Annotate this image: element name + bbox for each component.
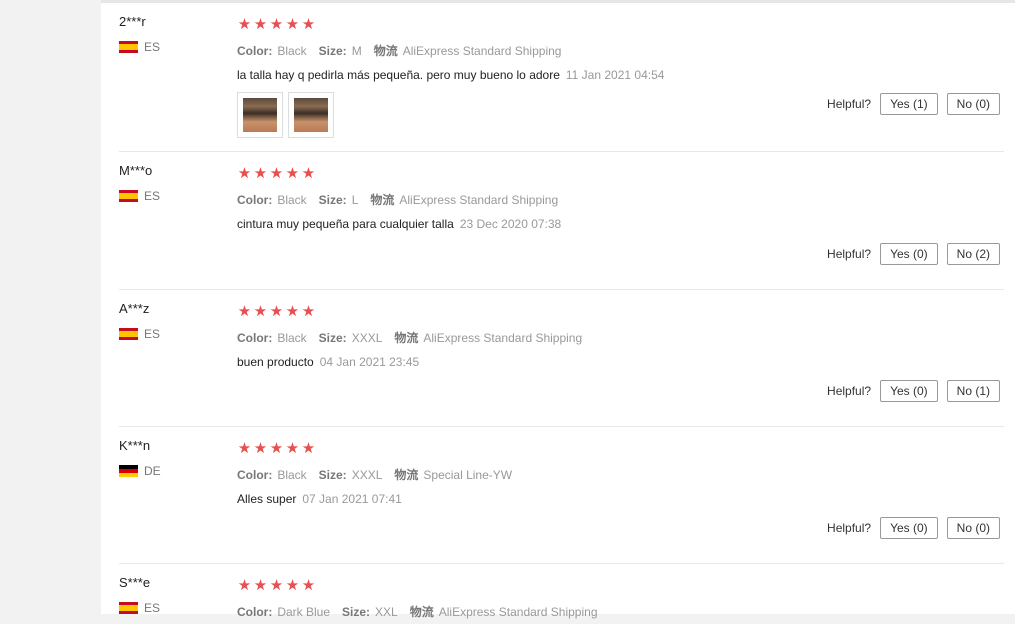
reviewer-name: K***n (119, 438, 151, 453)
product-attributes: Color: Black Size: XXXL 物流 AliExpress Standar… (237, 331, 583, 345)
helpful-yes-button[interactable]: Yes (0) (880, 243, 938, 265)
review-date: 04 Jan 2021 23:45 (319, 355, 420, 369)
helpful-section: Helpful? Yes (0) No (0) (827, 517, 1000, 539)
star-icon: ★ (285, 16, 300, 33)
helpful-section: Helpful? Yes (0) No (1) (827, 380, 1000, 402)
country-code: ES (144, 40, 161, 54)
reviewer-name: S***e (119, 575, 151, 590)
product-attributes: Color: Black Size: XXXL 物流 Special Line-YW (237, 468, 513, 482)
helpful-section: Helpful? Yes (1) No (0) (827, 93, 1000, 115)
helpful-yes-button[interactable]: Yes (0) (880, 517, 938, 539)
review-photo-thumbnail[interactable] (237, 92, 283, 138)
star-icon: ★ (269, 16, 284, 33)
spain-flag-icon (119, 190, 138, 202)
star-icon: ★ (253, 303, 268, 320)
country-code: ES (144, 601, 161, 615)
star-icon: ★ (285, 165, 300, 182)
helpful-section: Helpful? Yes (0) No (2) (827, 243, 1000, 265)
star-icon: ★ (301, 16, 316, 33)
product-attributes: Color: Black Size: L 物流 AliExpress Standard S… (237, 193, 559, 207)
review-date: 11 Jan 2021 04:54 (565, 68, 665, 82)
star-icon: ★ (253, 165, 268, 182)
star-icon: ★ (237, 440, 252, 457)
star-icon: ★ (301, 303, 316, 320)
germany-flag-icon (119, 465, 138, 477)
product-attributes: Color: Black Size: M 物流 AliExpress Standard S… (237, 44, 562, 58)
helpful-no-button[interactable]: No (1) (946, 380, 1000, 402)
review-item: 2***r ES ★ ★ ★ ★ ★ Color: Black Size: M 物流 AliExp… (119, 3, 1004, 152)
helpful-yes-button[interactable]: Yes (0) (880, 380, 938, 402)
helpful-label: Helpful? (827, 521, 872, 535)
star-icon: ★ (301, 165, 316, 182)
reviewer-name: 2***r (119, 14, 146, 29)
star-rating: ★ ★ ★ ★ ★ (237, 165, 1004, 182)
country-code: ES (144, 189, 161, 203)
helpful-label: Helpful? (827, 247, 872, 261)
review-text: cintura muy pequeña para cualquier talla… (237, 217, 562, 231)
star-rating: ★ ★ ★ ★ ★ (237, 16, 1004, 33)
star-icon: ★ (253, 440, 268, 457)
star-icon: ★ (269, 165, 284, 182)
country-code: DE (144, 464, 161, 478)
star-icon: ★ (269, 303, 284, 320)
star-icon: ★ (301, 577, 316, 594)
star-icon: ★ (237, 577, 252, 594)
star-rating: ★ ★ ★ ★ ★ (237, 303, 1004, 320)
helpful-no-button[interactable]: No (0) (946, 517, 1000, 539)
review-text: buen producto 04 Jan 2021 23:45 (237, 355, 420, 369)
review-item: M***o ES ★ ★ ★ ★ ★ Color: Black Size: L 物流 AliExp… (119, 152, 1004, 290)
country-code: ES (144, 327, 161, 341)
product-attributes: Color: Dark Blue Size: XXL 物流 AliExpress Stan… (237, 605, 598, 619)
spain-flag-icon (119, 602, 138, 614)
star-icon: ★ (253, 16, 268, 33)
helpful-label: Helpful? (827, 384, 872, 398)
review-text: Alles super 07 Jan 2021 07:41 (237, 492, 402, 506)
review-item: A***z ES ★ ★ ★ ★ ★ Color: Black Size: XXXL 物流 Ali… (119, 290, 1004, 427)
star-rating: ★ ★ ★ ★ ★ (237, 577, 1004, 594)
helpful-yes-button[interactable]: Yes (1) (880, 93, 938, 115)
review-date: 07 Jan 2021 07:41 (302, 492, 402, 506)
helpful-no-button[interactable]: No (2) (946, 243, 1000, 265)
review-photo-thumbnail[interactable] (288, 92, 334, 138)
helpful-no-button[interactable]: No (0) (946, 93, 1000, 115)
star-icon: ★ (253, 577, 268, 594)
review-item: K***n DE ★ ★ ★ ★ ★ Color: Black Size: XXXL 物流 Spe… (119, 427, 1004, 564)
reviewer-name: M***o (119, 163, 153, 178)
star-icon: ★ (269, 577, 284, 594)
star-icon: ★ (301, 440, 316, 457)
star-icon: ★ (285, 303, 300, 320)
star-rating: ★ ★ ★ ★ ★ (237, 440, 1004, 457)
helpful-label: Helpful? (827, 97, 872, 111)
star-icon: ★ (237, 303, 252, 320)
spain-flag-icon (119, 41, 138, 53)
spain-flag-icon (119, 328, 138, 340)
review-item: S***e ES ★ ★ ★ ★ ★ Color: Dark Blue Size: XXL 物流… (119, 564, 1004, 624)
star-icon: ★ (285, 440, 300, 457)
review-date: 23 Dec 2020 07:38 (459, 217, 562, 231)
star-icon: ★ (269, 440, 284, 457)
reviewer-name: A***z (119, 301, 150, 316)
reviews-panel: 2***r ES ★ ★ ★ ★ ★ Color: Black Size: M 物流 AliExp… (101, 0, 1015, 619)
star-icon: ★ (237, 16, 252, 33)
star-icon: ★ (237, 165, 252, 182)
review-text: la talla hay q pedirla más pequeña. pero… (237, 68, 665, 82)
star-icon: ★ (285, 577, 300, 594)
